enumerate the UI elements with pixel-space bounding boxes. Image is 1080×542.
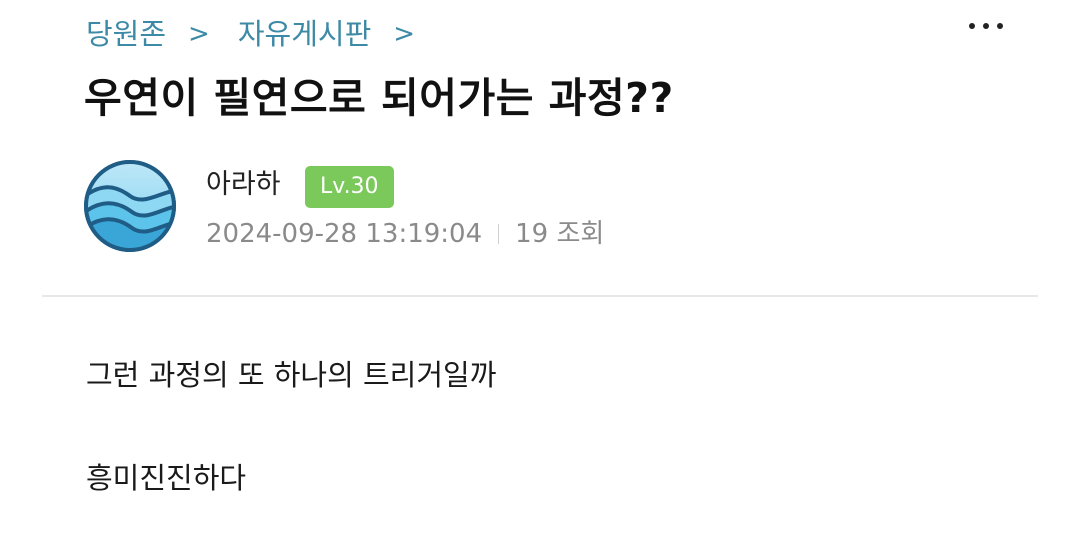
header-divider <box>42 295 1038 297</box>
breadcrumb: 당원존 > 자유게시판 > <box>86 14 415 54</box>
chevron-right-icon: > <box>393 19 416 49</box>
wave-emblem-icon <box>84 160 176 252</box>
post-meta: 2024-09-28 13:19:04 19 조회 <box>206 216 604 252</box>
post-title: 우연이 필연으로 되어가는 과정?? <box>84 74 674 122</box>
breadcrumb-item-free-board[interactable]: 자유게시판 <box>238 14 371 54</box>
author-name[interactable]: 아라하 <box>206 168 281 202</box>
breadcrumb-item-party-zone[interactable]: 당원존 <box>86 14 166 54</box>
more-dot <box>983 23 989 29</box>
more-dot <box>997 23 1003 29</box>
post-body-paragraph: 흥미진진하다 <box>86 461 247 495</box>
post-date: 2024-09-28 13:19:04 <box>206 219 483 249</box>
chevron-right-icon: > <box>188 19 210 49</box>
meta-divider <box>498 224 500 244</box>
level-badge: Lv.30 <box>305 166 394 208</box>
post-body-paragraph: 그런 과정의 또 하나의 트리거일까 <box>86 358 497 392</box>
author-avatar[interactable] <box>82 158 178 254</box>
more-options-icon[interactable] <box>962 6 1010 46</box>
view-count: 19 조회 <box>515 219 605 249</box>
more-dot <box>969 23 975 29</box>
